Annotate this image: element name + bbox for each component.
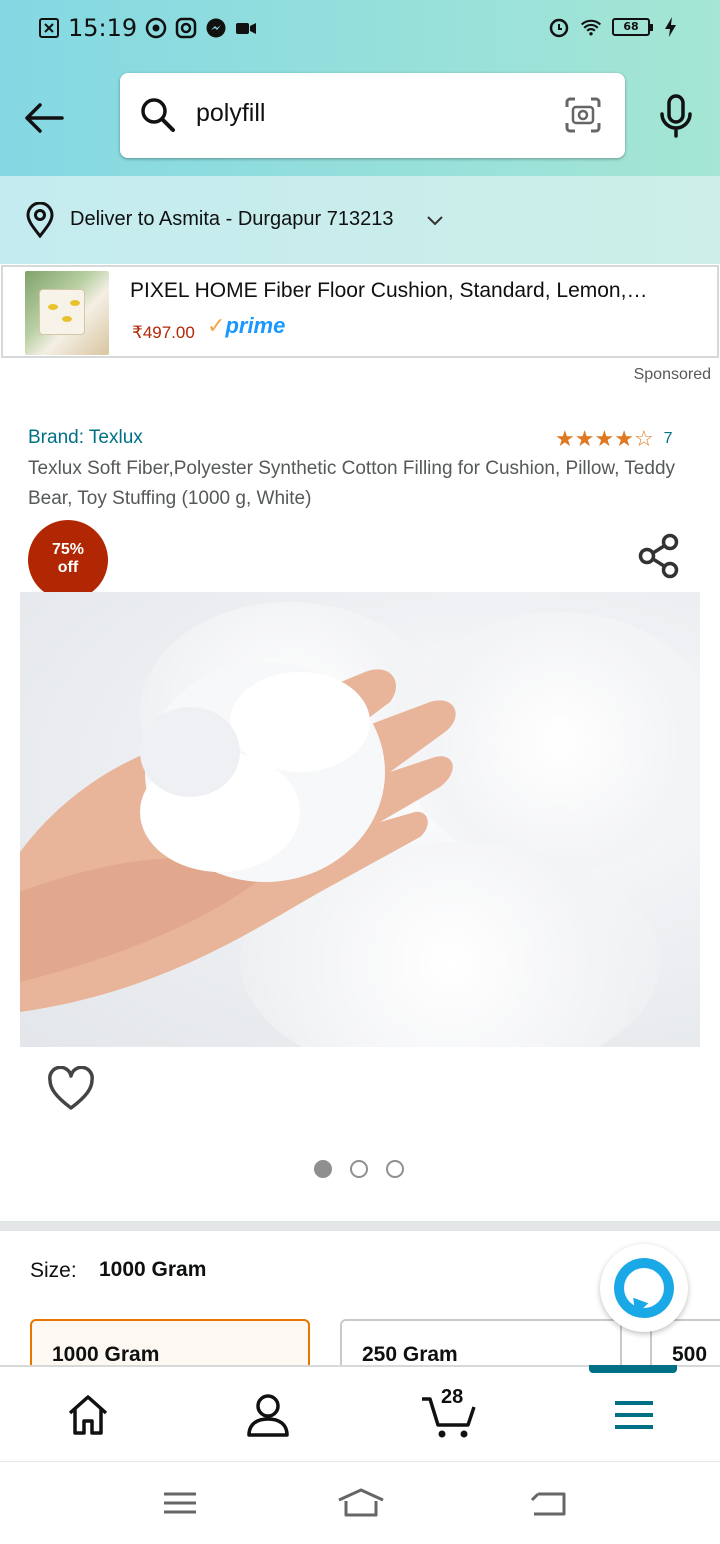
sponsored-product-price: ₹497.00: [132, 323, 195, 342]
cushion-image: [39, 289, 85, 335]
sponsored-product-title: PIXEL HOME Fiber Floor Cushion, Standard…: [130, 279, 648, 302]
lemon-print: [62, 316, 72, 322]
status-bar: 15:19 68: [0, 0, 720, 58]
product-title: Texlux Soft Fiber,Polyester Synthetic Co…: [28, 458, 676, 509]
prime-badge: ✓ prime: [207, 315, 285, 337]
account-icon[interactable]: [244, 1391, 292, 1439]
nav-active-indicator: [589, 1365, 677, 1373]
carousel-dot[interactable]: [386, 1160, 404, 1178]
battery-indicator: 68: [612, 18, 653, 36]
lemon-print: [70, 300, 80, 306]
search-input[interactable]: polyfill: [196, 99, 265, 128]
cart-count-badge: 28: [441, 1386, 464, 1408]
star-empty-icon: ☆: [633, 426, 654, 451]
delivery-address: Deliver to Asmita - Durgapur 713213: [70, 208, 394, 230]
discount-off: off: [57, 559, 79, 576]
recent-apps-icon[interactable]: [160, 1486, 200, 1520]
home-icon[interactable]: [64, 1391, 112, 1439]
messenger-icon: [206, 18, 226, 38]
chrome-icon: [145, 17, 167, 39]
image-carousel-dots: [314, 1160, 404, 1178]
system-nav-bar: [0, 1461, 720, 1544]
brand-link[interactable]: Brand: Texlux: [28, 427, 143, 449]
alarm-icon: [549, 18, 569, 38]
back-arrow-icon[interactable]: [22, 96, 66, 140]
charging-icon: [665, 17, 676, 37]
screenshot-icon: [39, 18, 59, 38]
discount-percent: 75%: [51, 541, 85, 558]
back-button-icon[interactable]: [528, 1486, 568, 1520]
search-icon: [141, 98, 175, 132]
camera-scan-icon[interactable]: [563, 95, 603, 135]
star-full-icon: ★: [555, 426, 575, 451]
sponsored-label[interactable]: Sponsored: [634, 366, 711, 384]
menu-icon[interactable]: [610, 1391, 658, 1439]
product-image[interactable]: [20, 592, 700, 1047]
location-pin-icon: [26, 202, 54, 238]
size-label: Size:: [30, 1259, 77, 1282]
discount-badge: 75% off: [28, 520, 108, 600]
star-full-icon: ★: [574, 426, 595, 451]
heart-icon[interactable]: [47, 1066, 95, 1112]
status-time: 15:19: [68, 14, 138, 42]
section-divider: [0, 1221, 720, 1231]
video-icon: [236, 23, 257, 34]
alexa-button[interactable]: [600, 1244, 688, 1332]
size-selected-value: 1000 Gram: [99, 1258, 207, 1281]
instagram-icon: [175, 17, 197, 39]
search-box[interactable]: polyfill: [120, 73, 625, 158]
star-full-icon: ★: [614, 426, 634, 451]
app-screen: 15:19 68 polyfill Deliver to Asmita - Du…: [0, 0, 720, 1544]
microphone-icon[interactable]: [656, 94, 696, 138]
hand-holding-fiber: [20, 662, 456, 1012]
share-icon[interactable]: [636, 532, 682, 580]
lemon-print: [48, 304, 58, 310]
wifi-icon: [580, 19, 602, 36]
star-rating[interactable]: ★ ★ ★ ★ ☆ 7: [555, 428, 673, 450]
chevron-down-icon: [427, 216, 443, 226]
status-left: 15:19: [38, 14, 257, 42]
prime-label: prime: [225, 313, 286, 338]
status-right: 68: [548, 16, 682, 38]
delivery-bar[interactable]: Deliver to Asmita - Durgapur 713213: [0, 176, 720, 264]
star-full-icon: ★: [594, 426, 615, 451]
bottom-nav: [0, 1365, 720, 1461]
rating-count: 7: [663, 430, 673, 447]
carousel-dot[interactable]: [350, 1160, 368, 1178]
home-button-icon[interactable]: [336, 1486, 386, 1520]
prime-check-icon: ✓: [207, 313, 226, 338]
carousel-dot[interactable]: [314, 1160, 332, 1178]
top-header: 15:19 68 polyfill: [0, 0, 720, 176]
sponsored-product-card[interactable]: PIXEL HOME Fiber Floor Cushion, Standard…: [1, 265, 719, 358]
sponsored-product-thumbnail: [25, 271, 109, 355]
